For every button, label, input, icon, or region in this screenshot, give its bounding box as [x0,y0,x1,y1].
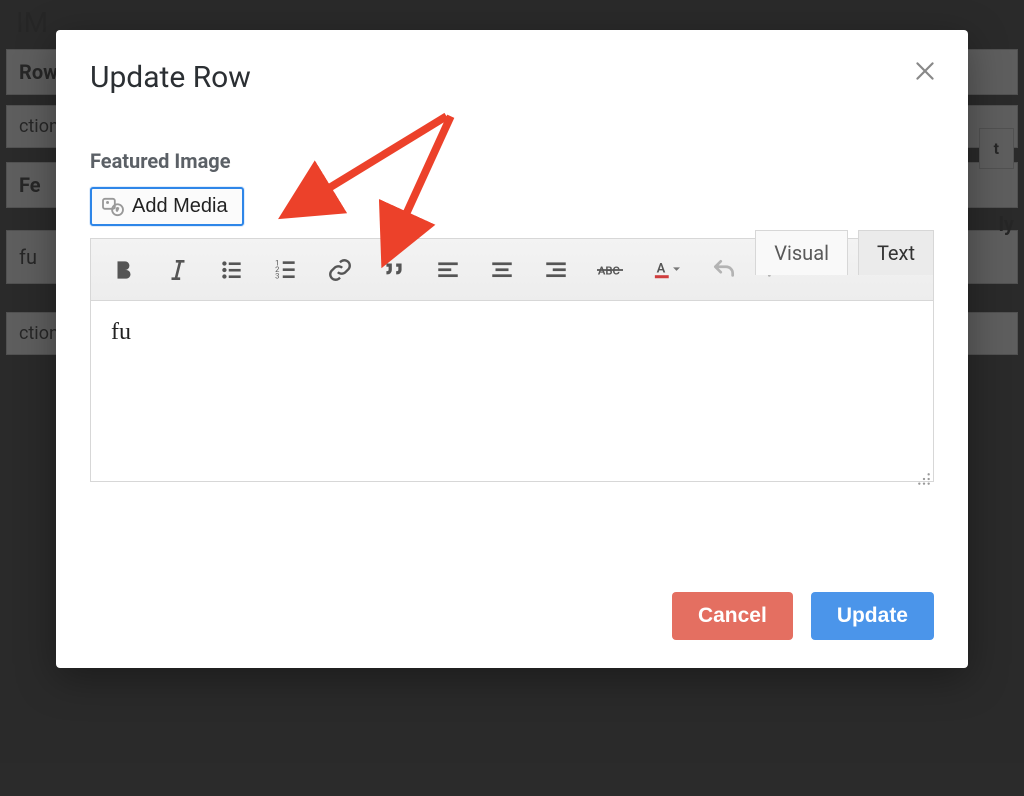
cancel-button[interactable]: Cancel [672,592,793,640]
strikethrough-icon: ABC [597,257,623,283]
text-color-icon: A [654,257,680,283]
align-right-icon [543,257,569,283]
bullet-list-button[interactable] [205,246,259,294]
tab-text[interactable]: Text [858,230,934,275]
svg-text:A: A [657,261,666,276]
modal-title: Update Row [90,60,934,95]
numbered-list-button[interactable]: 1 2 3 [259,246,313,294]
strikethrough-button[interactable]: ABC [583,246,637,294]
italic-icon [165,257,191,283]
add-media-label: Add Media [132,195,228,218]
numbered-list-icon: 1 2 3 [273,257,299,283]
align-center-icon [489,257,515,283]
blockquote-button[interactable] [367,246,421,294]
media-icon [102,197,124,217]
align-right-button[interactable] [529,246,583,294]
add-media-button[interactable]: Add Media [90,187,244,226]
modal-overlay[interactable]: Update Row Featured Image Add Media Visu… [0,0,1024,796]
align-center-button[interactable] [475,246,529,294]
align-left-button[interactable] [421,246,475,294]
resize-grip-icon [917,472,931,486]
editor-content: fu [111,319,131,345]
bold-icon [111,257,137,283]
close-icon [912,58,938,84]
bold-button[interactable] [97,246,151,294]
tab-visual[interactable]: Visual [755,230,848,275]
modal-footer: Cancel Update [90,592,934,640]
bullet-list-icon [219,257,245,283]
editor-tabs: Visual Text [755,230,934,275]
close-button[interactable] [912,58,938,84]
editor-textarea[interactable]: fu [91,301,933,481]
undo-button[interactable] [697,246,751,294]
text-color-button[interactable]: A [637,246,697,294]
update-row-modal: Update Row Featured Image Add Media Visu… [56,30,968,668]
undo-icon [711,257,737,283]
update-button[interactable]: Update [811,592,934,640]
link-icon [327,257,353,283]
resize-handle[interactable] [917,466,931,480]
quote-icon [381,257,407,283]
link-button[interactable] [313,246,367,294]
featured-image-label: Featured Image [90,149,934,173]
svg-text:3: 3 [275,271,279,280]
italic-button[interactable] [151,246,205,294]
align-left-icon [435,257,461,283]
